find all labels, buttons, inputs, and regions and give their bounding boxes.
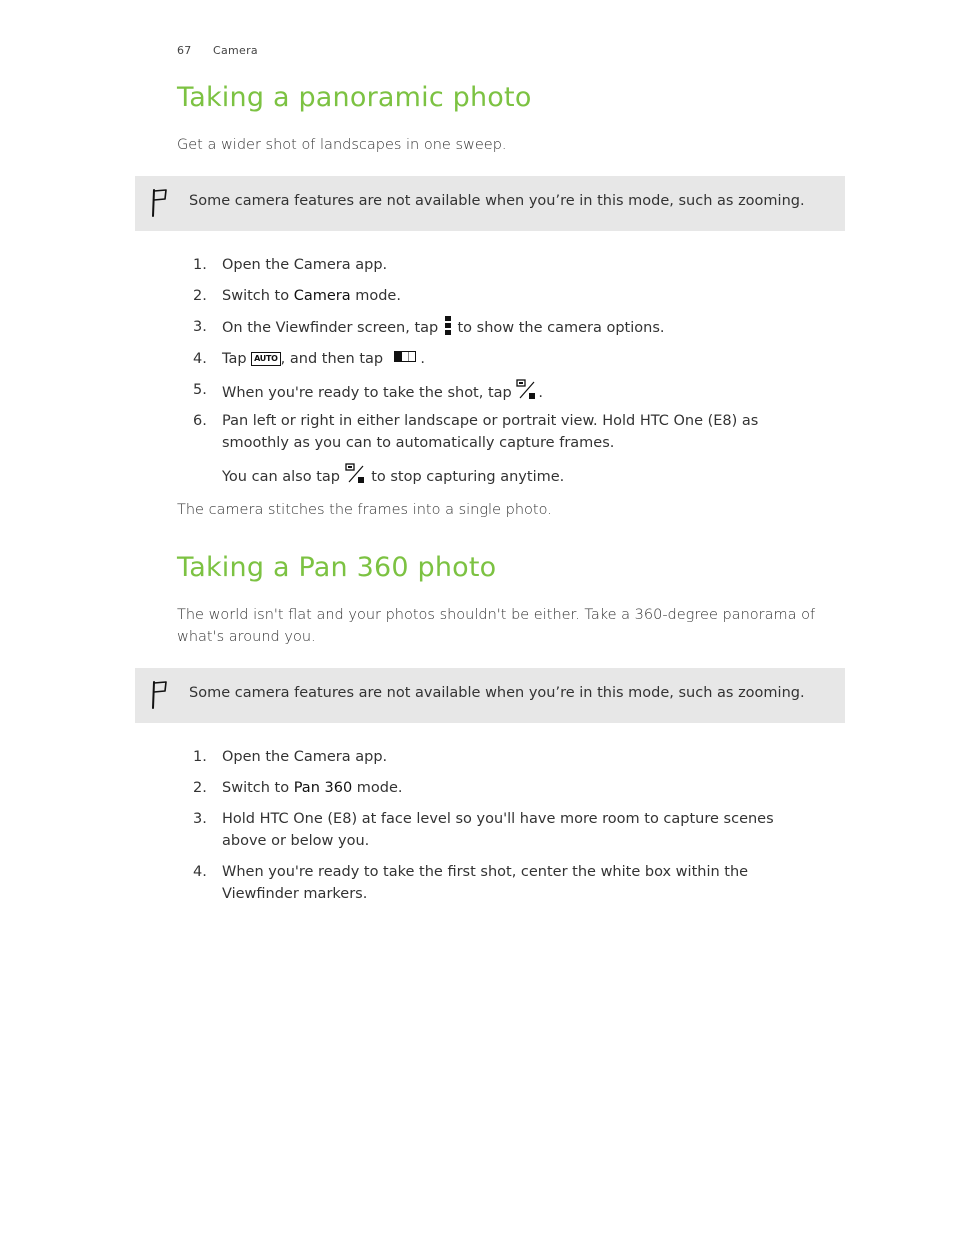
- page-number: 67: [177, 44, 192, 57]
- more-options-icon: [444, 316, 451, 336]
- list-item: 6. Pan left or right in either landscape…: [193, 410, 813, 488]
- section-intro-panoramic: Get a wider shot of landscapes in one sw…: [177, 137, 507, 153]
- step-text: Switch to: [222, 288, 294, 304]
- list-item: 5. When you're ready to take the shot, t…: [193, 379, 813, 404]
- step-number: 5.: [193, 382, 207, 398]
- note-box: Some camera features are not available w…: [135, 176, 845, 231]
- step-text: Open the Camera app.: [222, 749, 388, 765]
- step-text: On the Viewfinder screen, tap: [222, 320, 443, 336]
- note-text: Some camera features are not available w…: [189, 685, 805, 701]
- section-outro: The camera stitches the frames into a si…: [177, 502, 552, 518]
- list-item: 3. On the Viewfinder screen, tap to show…: [193, 316, 813, 339]
- step-text: Switch to: [222, 780, 294, 796]
- list-item: 1. Open the Camera app.: [193, 254, 813, 276]
- step-text: Hold HTC One (E8) at face level so you'l…: [222, 811, 774, 849]
- list-item: 2. Switch to Pan 360 mode.: [193, 777, 813, 799]
- step-number: 3.: [193, 319, 207, 335]
- shutter-stop-icon: [516, 379, 536, 399]
- step-number: 1.: [193, 257, 207, 273]
- chapter-name: Camera: [213, 44, 258, 57]
- step-text: When you're ready to take the shot, tap: [222, 385, 517, 401]
- step-text: Pan left or right in either landscape or…: [222, 413, 759, 451]
- step-number: 3.: [193, 811, 207, 827]
- list-item: 2. Switch to Camera mode.: [193, 285, 813, 307]
- mode-name: Camera: [293, 288, 351, 304]
- flag-icon: [152, 189, 167, 217]
- list-item: 3. Hold HTC One (E8) at face level so yo…: [193, 808, 813, 852]
- running-header: 67 Camera: [177, 44, 258, 57]
- list-item: 4. When you're ready to take the first s…: [193, 861, 813, 905]
- step-text: Tap: [222, 351, 252, 367]
- step-text: , and then tap: [280, 351, 388, 367]
- list-item: 4. Tap AUTO, and then tap .: [193, 348, 813, 370]
- note-box: Some camera features are not available w…: [135, 668, 845, 723]
- step-subtext: to stop capturing anytime.: [366, 469, 565, 485]
- section-title-pan360: Taking a Pan 360 photo: [177, 552, 497, 583]
- step-text: .: [538, 385, 543, 401]
- flag-icon: [152, 681, 167, 709]
- step-text: .: [415, 351, 425, 367]
- step-number: 1.: [193, 749, 207, 765]
- shutter-stop-icon: [344, 463, 364, 483]
- step-number: 4.: [193, 864, 207, 880]
- section-intro-pan360: The world isn't flat and your photos sho…: [177, 607, 816, 645]
- auto-mode-icon: AUTO: [251, 352, 281, 366]
- step-number: 2.: [193, 288, 207, 304]
- step-text: Open the Camera app.: [222, 257, 388, 273]
- step-number: 4.: [193, 351, 207, 367]
- panorama-mode-icon: [393, 351, 416, 362]
- step-text: to show the camera options.: [452, 320, 665, 336]
- step-text: mode.: [350, 288, 401, 304]
- note-text: Some camera features are not available w…: [189, 193, 805, 209]
- list-item: 1. Open the Camera app.: [193, 746, 813, 768]
- step-number: 2.: [193, 780, 207, 796]
- mode-name: Pan 360: [293, 780, 353, 796]
- section-title-panoramic: Taking a panoramic photo: [177, 82, 532, 113]
- step-text: When you're ready to take the first shot…: [222, 864, 749, 902]
- step-subtext: You can also tap: [222, 469, 345, 485]
- step-text: mode.: [352, 780, 403, 796]
- step-number: 6.: [193, 413, 207, 429]
